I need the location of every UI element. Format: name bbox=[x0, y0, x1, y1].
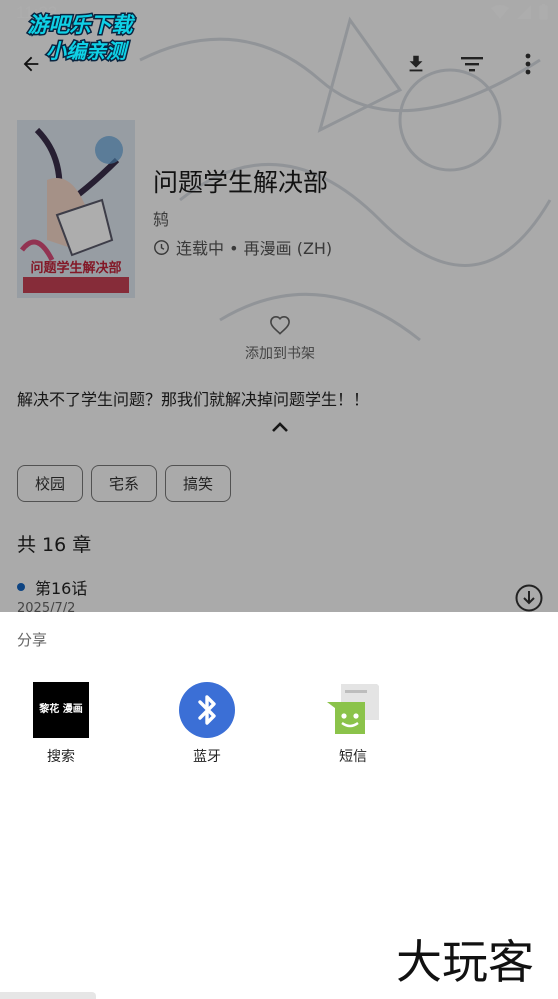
share-target-bluetooth[interactable]: 蓝牙 bbox=[162, 682, 252, 766]
watermark-top: 游吧乐下载 小编亲测 bbox=[26, 12, 137, 65]
watermark-top-line2: 小编亲测 bbox=[46, 39, 130, 63]
share-target-search[interactable]: 黎花 漫画 搜索 bbox=[16, 682, 106, 766]
share-target-label: 搜索 bbox=[47, 749, 75, 765]
share-target-label: 短信 bbox=[339, 749, 367, 765]
app-logo-icon: 黎花 漫画 bbox=[33, 682, 89, 738]
bluetooth-icon bbox=[179, 682, 235, 738]
share-target-label: 蓝牙 bbox=[193, 749, 221, 765]
messaging-icon bbox=[325, 682, 381, 738]
watermark-bottom-text: 大玩客 bbox=[396, 935, 534, 988]
share-target-sms[interactable]: 短信 bbox=[308, 682, 398, 766]
watermark-bottom: 大玩客 bbox=[396, 935, 534, 988]
navigation-handle[interactable] bbox=[0, 992, 96, 999]
share-sheet-title: 分享 bbox=[17, 631, 48, 649]
watermark-top-line1: 游吧乐下载 bbox=[28, 13, 136, 37]
app-logo-text: 黎花 漫画 bbox=[39, 702, 82, 715]
